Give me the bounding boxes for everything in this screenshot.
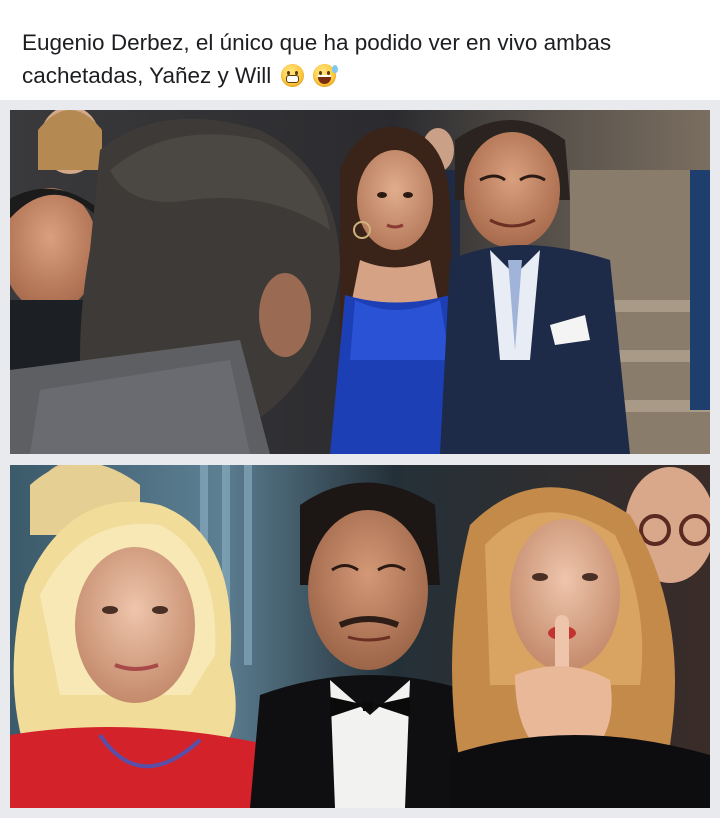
grinning-sweat-face-emoji-icon (312, 64, 338, 87)
post-caption: Eugenio Derbez, el único que ha podido v… (22, 26, 702, 92)
red-carpet-photo (10, 110, 710, 454)
post-media[interactable] (0, 100, 720, 818)
grimacing-face-emoji-icon (280, 64, 304, 87)
photo-bottom[interactable] (10, 465, 710, 808)
photo-top[interactable] (10, 110, 710, 454)
awards-audience-photo (10, 465, 710, 808)
